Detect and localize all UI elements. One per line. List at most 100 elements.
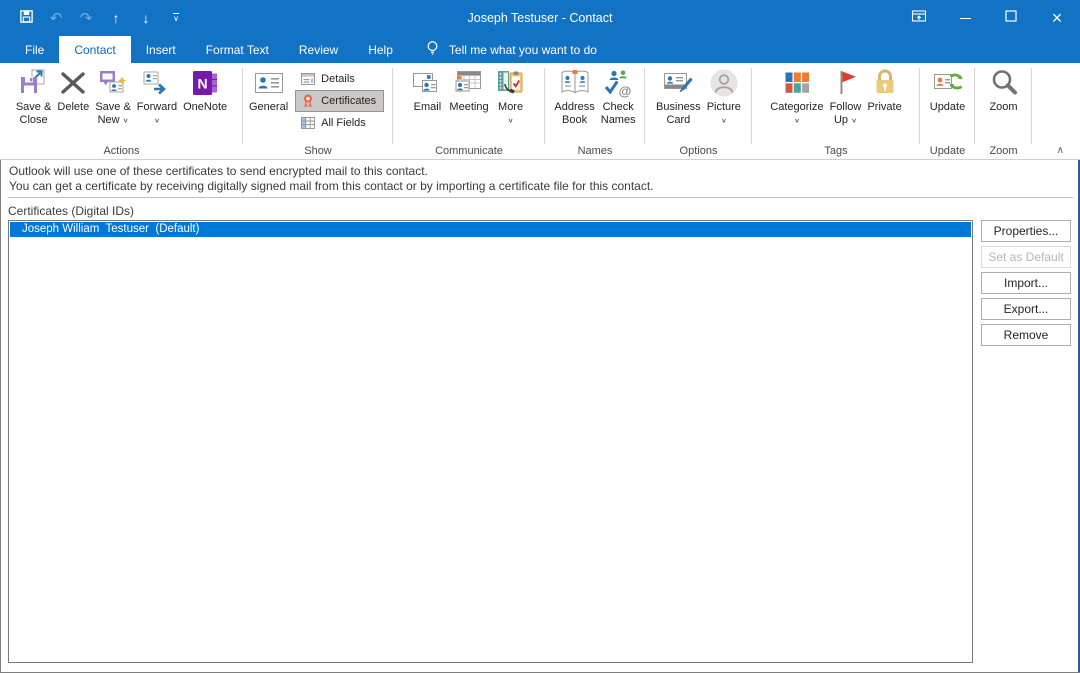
svg-text:N: N [198,76,208,92]
undo-button[interactable]: ↶ [42,4,70,32]
business-card-button[interactable]: BusinessCard [653,65,704,141]
update-icon [931,67,963,99]
ribbon-group-communicate: Email Meeting More∨ Communicate [393,63,545,159]
export-button[interactable]: Export... [981,298,1071,320]
down-arrow-icon: ↓ [143,10,150,26]
next-item-button[interactable]: ↓ [132,4,160,32]
maximize-button[interactable] [988,0,1034,36]
save-close-icon [18,67,50,99]
ribbon-group-zoom: Zoom Zoom [975,63,1032,159]
general-button[interactable]: General [246,65,291,141]
group-label-options: Options [645,145,752,157]
group-label-show: Show [243,145,393,157]
tab-contact[interactable]: Contact [59,36,130,63]
set-as-default-button[interactable]: Set as Default [981,246,1071,268]
onenote-icon: N [189,67,221,99]
ribbon-display-options-icon [911,8,927,29]
ribbon-display-options-button[interactable] [896,0,942,36]
follow-up-button[interactable]: FollowUp ∨ [826,65,864,141]
window-border-left [0,160,1,673]
group-label-zoom: Zoom [975,145,1032,157]
quick-access-toolbar: ↶ ↷ ↑ ↓ ∨ [12,4,190,32]
undo-icon: ↶ [50,9,63,27]
ribbon-group-tags: Categorize∨ FollowUp ∨ Private Tags [752,63,920,159]
lightbulb-icon [424,39,441,60]
ribbon-tab-row: File Contact Insert Format Text Review H… [0,36,1080,63]
info-line-2: You can get a certificate by receiving d… [9,179,654,194]
collapse-ribbon-button[interactable]: ∧ [1057,145,1064,156]
certificates-label: Certificates [321,95,376,107]
tab-help[interactable]: Help [353,36,408,63]
group-label-update: Update [920,145,975,157]
dropdown-chevron-icon: ∨ [794,115,800,125]
details-label: Details [321,73,355,85]
outlook-contact-window: ↶ ↷ ↑ ↓ ∨ Joseph Testuser - Contact × Fi… [0,0,1080,673]
dropdown-chevron-icon: ∨ [508,115,514,125]
email-icon [411,67,443,99]
ribbon-group-names: AddressBook @ CheckNames Names [545,63,645,159]
save-button[interactable] [12,4,40,32]
redo-icon: ↷ [80,9,93,27]
save-icon [19,9,34,28]
private-button[interactable]: Private [864,65,904,141]
address-book-button[interactable]: AddressBook [551,65,597,141]
follow-up-flag-icon [829,67,861,99]
more-icon [495,67,527,99]
details-icon [300,71,316,87]
dropdown-chevron-icon: ∨ [721,115,727,125]
close-icon: × [1052,8,1063,29]
group-label-names: Names [545,145,645,157]
tell-me-box[interactable]: Tell me what you want to do [424,36,597,63]
close-button[interactable]: × [1034,0,1080,36]
tab-format-text[interactable]: Format Text [191,36,284,63]
tab-review[interactable]: Review [284,36,353,63]
zoom-magnifier-icon [988,67,1020,99]
zoom-button[interactable]: Zoom [985,65,1023,141]
redo-button[interactable]: ↷ [72,4,100,32]
maximize-icon [1005,9,1017,27]
more-button[interactable]: More∨ [492,65,530,141]
tab-insert[interactable]: Insert [131,36,191,63]
import-button[interactable]: Import... [981,272,1071,294]
save-close-button[interactable]: Save &Close [13,65,54,141]
forward-button[interactable]: Forward∨ [134,65,180,141]
remove-button[interactable]: Remove [981,324,1071,346]
previous-item-button[interactable]: ↑ [102,4,130,32]
meeting-button[interactable]: Meeting [446,65,491,141]
svg-text:@: @ [619,84,632,99]
delete-button[interactable]: Delete [54,65,92,141]
group-label-tags: Tags [752,145,920,157]
ribbon-group-actions: Save &Close Delete Save &New ∨ [0,63,243,159]
ribbon: Save &Close Delete Save &New ∨ [0,63,1080,160]
picture-button[interactable]: Picture∨ [704,65,744,141]
check-names-icon: @ [602,67,634,99]
certificates-listbox[interactable]: Joseph William Testuser (Default) [8,220,973,663]
email-button[interactable]: Email [408,65,446,141]
update-button[interactable]: Update [927,65,968,141]
check-names-button[interactable]: @ CheckNames [598,65,639,141]
business-card-icon [662,67,694,99]
all-fields-button[interactable]: All Fields [295,112,384,134]
general-icon [253,67,285,99]
customize-quick-access-toolbar-button[interactable]: ∨ [162,4,190,32]
tab-file[interactable]: File [10,36,59,63]
save-new-button[interactable]: Save &New ∨ [92,65,133,141]
certificates-button[interactable]: Certificates [295,90,384,112]
customize-qat-icon: ∨ [173,13,179,23]
categorize-icon [781,67,813,99]
collapse-ribbon-icon: ∧ [1057,145,1064,156]
save-new-icon [97,67,129,99]
categorize-button[interactable]: Categorize∨ [767,65,826,141]
info-line-1: Outlook will use one of these certificat… [9,164,654,179]
all-fields-icon [300,115,316,131]
minimize-button[interactable] [942,0,988,36]
onenote-button[interactable]: N OneNote [180,65,230,141]
details-button[interactable]: Details [295,68,384,90]
info-text: Outlook will use one of these certificat… [9,164,654,193]
properties-button[interactable]: Properties... [981,220,1071,242]
certificate-list-item[interactable]: Joseph William Testuser (Default) [10,222,971,237]
group-label-actions: Actions [0,145,243,157]
dropdown-chevron-icon: ∨ [154,115,160,125]
picture-icon [708,67,740,99]
certificates-icon [300,93,316,109]
